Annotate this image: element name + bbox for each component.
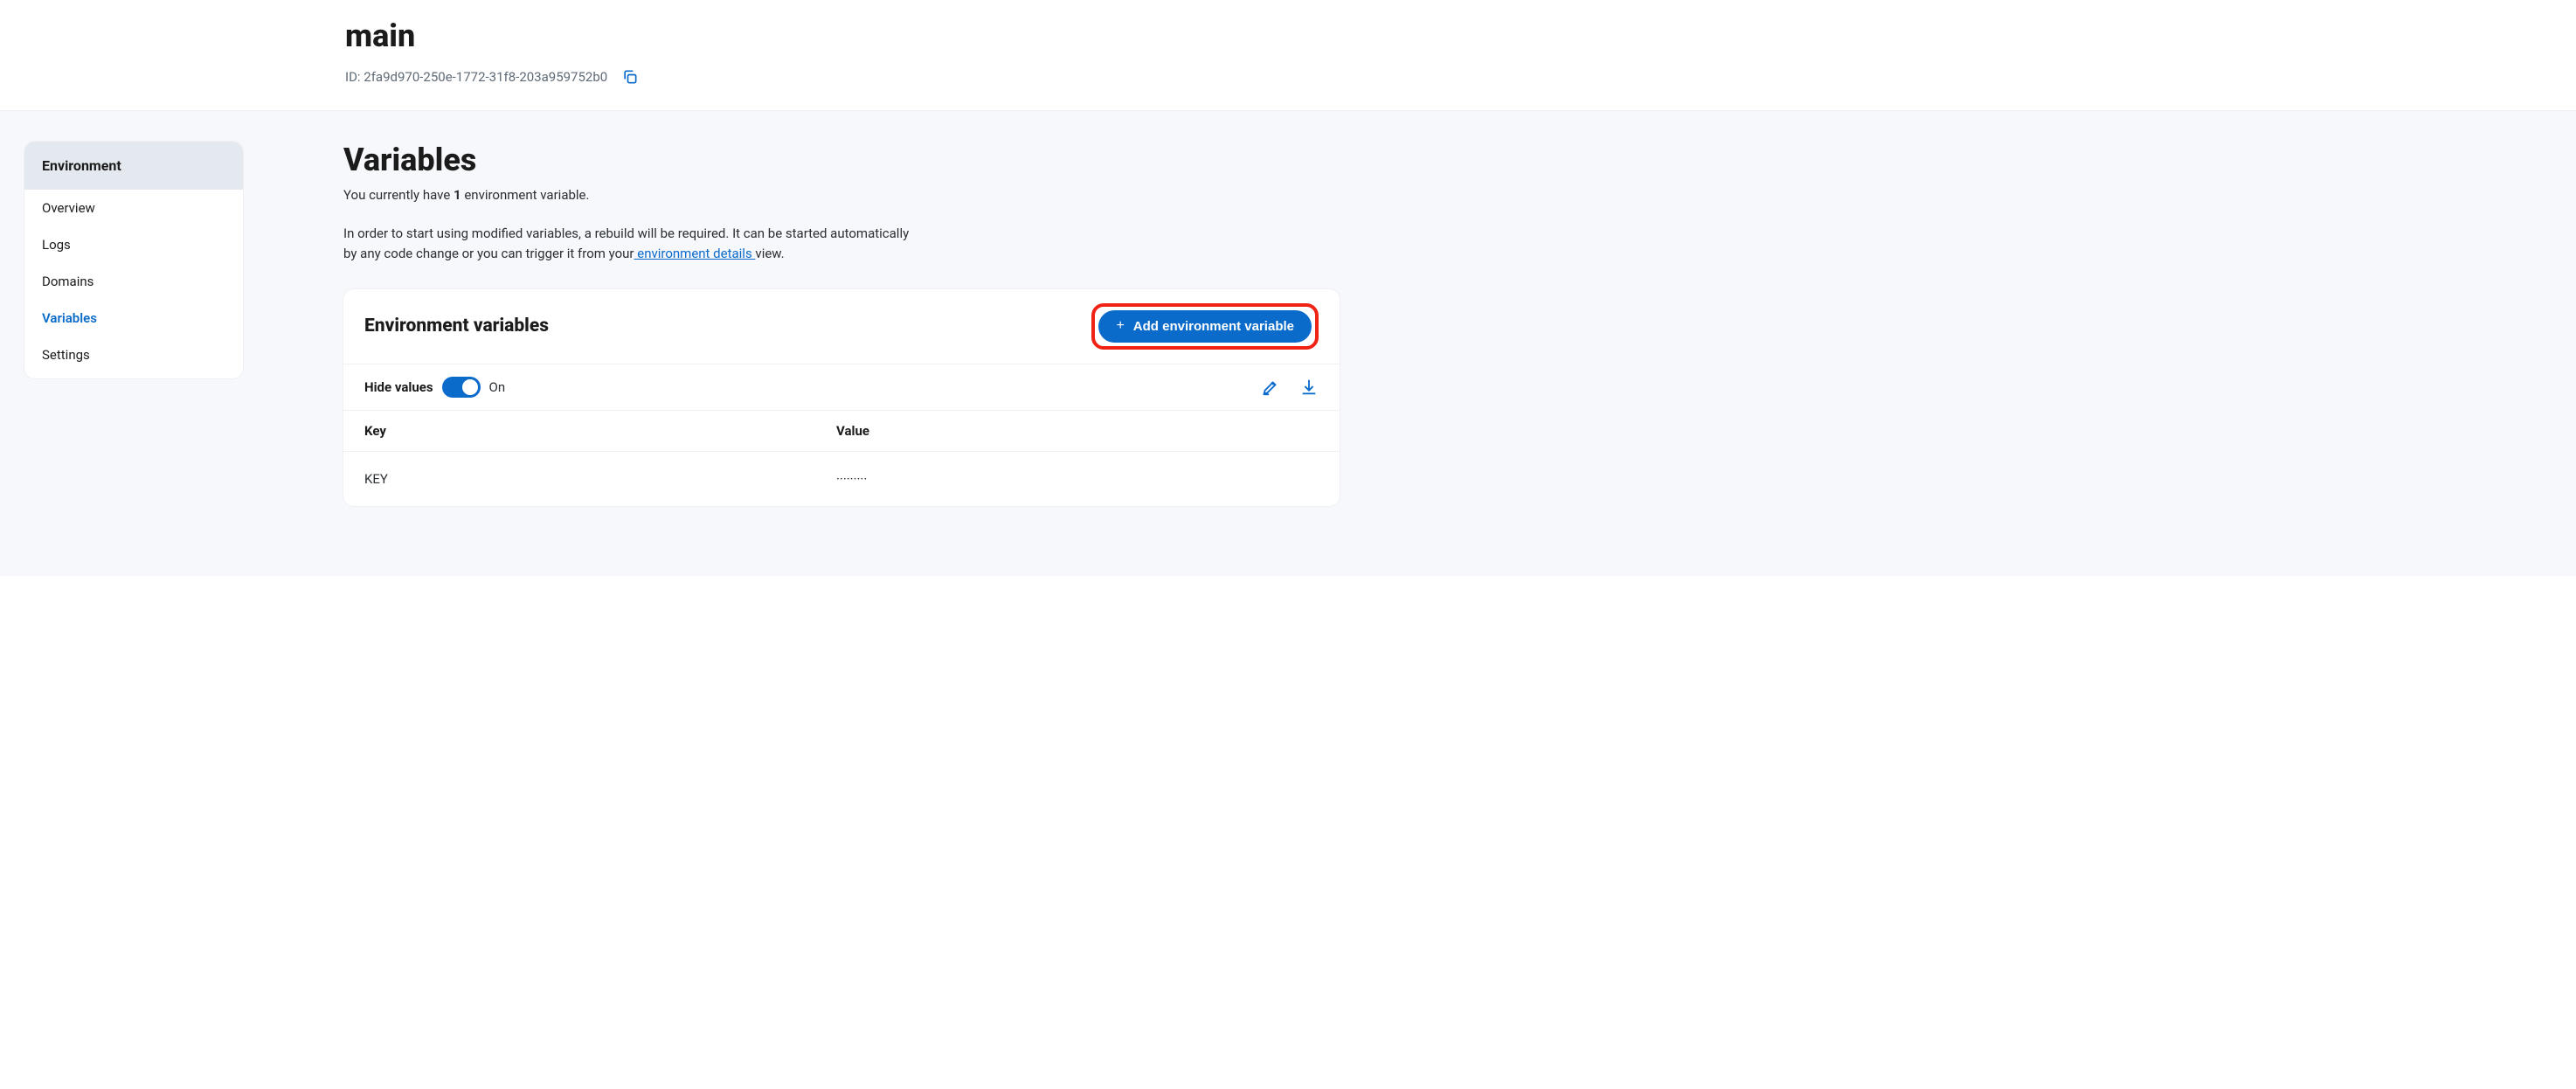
- content-region: Environment Overview Logs Domains Variab…: [0, 111, 2576, 576]
- add-environment-variable-button[interactable]: + Add environment variable: [1098, 310, 1312, 343]
- table-header-row: Key Value: [343, 411, 1340, 452]
- variable-count-text: You currently have 1 environment variabl…: [343, 187, 1340, 203]
- environment-details-link[interactable]: environment details: [634, 246, 756, 261]
- hide-values-control: Hide values On: [364, 377, 505, 398]
- add-button-label: Add environment variable: [1133, 319, 1294, 334]
- table-row[interactable]: KEY ·········: [343, 452, 1340, 506]
- rebuild-info-text: In order to start using modified variabl…: [343, 224, 920, 265]
- toggle-knob: [462, 379, 478, 395]
- row-key: KEY: [364, 471, 836, 487]
- card-title: Environment variables: [364, 316, 549, 336]
- env-variables-card: Environment variables + Add environment …: [343, 289, 1340, 506]
- column-header-key: Key: [364, 423, 836, 439]
- sidebar: Environment Overview Logs Domains Variab…: [24, 142, 243, 378]
- page-title: main: [345, 17, 2231, 54]
- hide-values-label: Hide values: [364, 379, 433, 395]
- sidebar-item-domains[interactable]: Domains: [24, 263, 243, 300]
- toggle-state-label: On: [489, 379, 506, 395]
- copy-id-button[interactable]: [621, 68, 639, 86]
- sidebar-item-overview[interactable]: Overview: [24, 190, 243, 226]
- download-icon: [1299, 378, 1319, 397]
- main-content: Variables You currently have 1 environme…: [343, 142, 1340, 506]
- sidebar-item-settings[interactable]: Settings: [24, 336, 243, 378]
- id-row: ID: 2fa9d970-250e-1772-31f8-203a959752b0: [345, 68, 2231, 86]
- row-value: ·········: [836, 471, 1319, 487]
- sidebar-item-logs[interactable]: Logs: [24, 226, 243, 263]
- copy-icon: [621, 68, 639, 86]
- sidebar-item-variables[interactable]: Variables: [24, 300, 243, 336]
- column-header-value: Value: [836, 423, 1319, 439]
- pencil-icon: [1261, 378, 1280, 397]
- sidebar-header: Environment: [24, 142, 243, 190]
- card-controls: Hide values On: [343, 364, 1340, 411]
- environment-id: ID: 2fa9d970-250e-1772-31f8-203a959752b0: [345, 69, 607, 85]
- plus-icon: +: [1116, 319, 1124, 333]
- hide-values-toggle[interactable]: [442, 377, 481, 398]
- download-button[interactable]: [1299, 378, 1319, 397]
- section-title: Variables: [343, 142, 1340, 178]
- header-region: main ID: 2fa9d970-250e-1772-31f8-203a959…: [0, 0, 2576, 111]
- edit-button[interactable]: [1261, 378, 1280, 397]
- card-action-icons: [1261, 378, 1319, 397]
- card-header: Environment variables + Add environment …: [343, 289, 1340, 364]
- add-button-highlight: + Add environment variable: [1091, 303, 1319, 350]
